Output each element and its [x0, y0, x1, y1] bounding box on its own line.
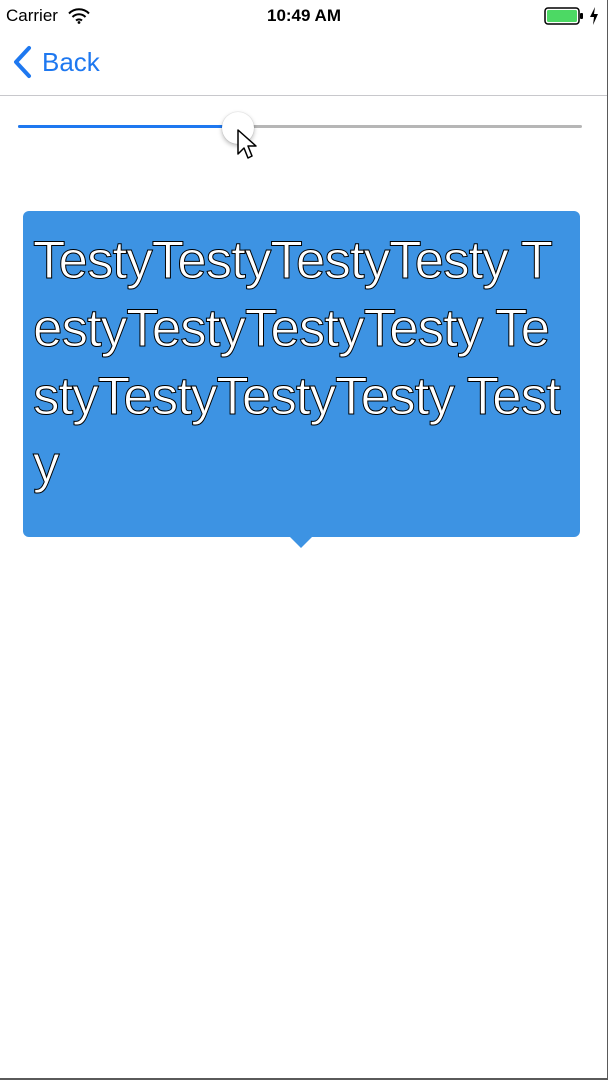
charging-bolt-icon — [590, 7, 598, 25]
status-bar: Carrier 10:49 AM — [0, 0, 608, 32]
tooltip-bubble: TestyTestyTestyTesty TestyTestyTestyTest… — [23, 211, 580, 537]
chevron-left-icon — [14, 46, 31, 78]
status-time: 10:49 AM — [266, 6, 341, 25]
tooltip-text: TestyTestyTestyTesty TestyTestyTestyTest… — [33, 231, 562, 495]
slider-thumb[interactable] — [222, 112, 254, 144]
battery-icon — [544, 7, 583, 25]
slider-min-track — [18, 125, 238, 128]
navigation-bar: Back — [0, 32, 608, 96]
value-slider[interactable] — [18, 112, 582, 144]
tooltip-arrow — [289, 536, 313, 548]
back-label: Back — [42, 47, 100, 77]
back-button[interactable]: Back — [12, 44, 100, 80]
